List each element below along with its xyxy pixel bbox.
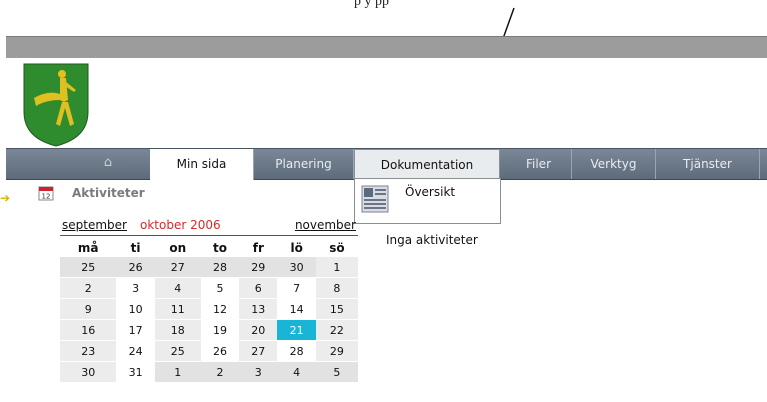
calendar-week-row: 30 31 1 2 3 4 5 [60, 361, 358, 383]
tab-tjanster[interactable]: Tjänster [656, 149, 760, 179]
calendar-day[interactable]: 27 [239, 340, 278, 362]
tab-planering[interactable]: Planering [254, 149, 354, 179]
calendar-day[interactable]: 16 [60, 319, 117, 341]
calendar-week-row: 9 10 11 12 13 14 15 [60, 298, 358, 320]
calendar-week-row: 16 17 18 19 20 21 22 [60, 319, 358, 341]
tab-filer[interactable]: Filer [506, 149, 572, 179]
calendar-day[interactable]: 7 [277, 277, 316, 299]
calendar-week-row: 2345678 [60, 277, 358, 299]
svg-text:12: 12 [42, 193, 51, 201]
calendar-day[interactable]: 2 [60, 277, 117, 299]
calendar-day[interactable]: 29 [239, 257, 278, 278]
calendar-day[interactable]: 9 [60, 298, 117, 320]
next-month-link[interactable]: november [295, 218, 356, 232]
calendar-grid: må ti on to fr lö sö 25 26 27 28 29 30 1 2 3 4 5 6 7… [60, 239, 358, 383]
calendar-day[interactable]: 25 [60, 257, 117, 278]
calendar-day[interactable]: 4 [154, 277, 201, 299]
weekday-label: lö [290, 241, 303, 255]
calendar-icon: 12 [38, 186, 54, 201]
calendar-week-row: 25 26 27 28 29 30 1 [60, 257, 358, 278]
calendar-day[interactable]: 12 [200, 298, 240, 320]
calendar-day[interactable]: 10 [116, 298, 155, 320]
calendar-day[interactable]: 6 [239, 277, 278, 299]
calendar-day[interactable]: 24 [116, 340, 155, 362]
weekday-label: ti [130, 241, 141, 255]
weekday-label: sö [329, 241, 345, 255]
tab-verktyg[interactable]: Verktyg [572, 149, 656, 179]
calendar-day[interactable]: 19 [200, 319, 240, 341]
weekday-label: to [212, 241, 227, 255]
month-calendar: september oktober 2006 november må ti on… [60, 218, 358, 383]
calendar-day[interactable]: 28 [200, 257, 240, 278]
caption-text: p y pp [354, 0, 389, 9]
calendar-day[interactable]: 8 [315, 277, 358, 299]
weekday-label: on [169, 241, 187, 255]
menu-item-oversikt[interactable]: Översikt [405, 185, 455, 199]
weekday-row: må ti on to fr lö sö [60, 239, 358, 257]
calendar-day[interactable]: 2 [200, 361, 240, 383]
calendar-day[interactable]: 21 [277, 319, 316, 341]
coat-of-arms-logo[interactable] [20, 60, 92, 148]
calendar-day[interactable]: 25 [154, 340, 201, 362]
calendar-day[interactable]: 1 [154, 361, 201, 383]
calendar-header: september oktober 2006 november [60, 218, 358, 236]
dokumentation-dropdown: Översikt [354, 178, 501, 224]
calendar-day[interactable]: 17 [116, 319, 155, 341]
calendar-day[interactable]: 3 [239, 361, 278, 383]
calendar-day[interactable]: 28 [277, 340, 316, 362]
calendar-week-row: 23 24 25 26 27 28 29 [60, 340, 358, 362]
current-month-label: oktober 2006 [140, 218, 221, 232]
calendar-day[interactable]: 13 [239, 298, 278, 320]
activities-title: Aktiviteter [72, 186, 145, 200]
calendar-body: 25 26 27 28 29 30 1 2 3 4 5 6 7 8 9 10 11 12 13 14 15 16 17 18 1… [60, 257, 358, 383]
tab-min-sida[interactable]: Min sida [150, 149, 254, 180]
calendar-day[interactable]: 20 [239, 319, 278, 341]
calendar-day[interactable]: 15 [315, 298, 358, 320]
no-activities-text: Inga aktiviteter [386, 233, 478, 247]
home-icon[interactable]: ⌂ [100, 155, 116, 171]
calendar-day[interactable]: 31 [116, 361, 155, 383]
calendar-day[interactable]: 4 [277, 361, 316, 383]
calendar-day[interactable]: 29 [315, 340, 358, 362]
calendar-day[interactable]: 5 [315, 361, 358, 383]
calendar-day[interactable]: 18 [154, 319, 201, 341]
calendar-day[interactable]: 11 [154, 298, 201, 320]
calendar-day[interactable]: 23 [60, 340, 117, 362]
calendar-day[interactable]: 30 [277, 257, 316, 278]
weekday-label: fr [252, 241, 264, 255]
prev-month-link[interactable]: september [62, 218, 127, 232]
tab-dokumentation[interactable]: Dokumentation [354, 149, 500, 180]
calendar-day[interactable]: 3 [116, 277, 155, 299]
main-navbar: ⌂ Min sida Planering Dokumentation Filer… [6, 148, 767, 180]
calendar-day[interactable]: 26 [200, 340, 240, 362]
calendar-day[interactable]: 26 [116, 257, 155, 278]
calendar-day[interactable]: 30 [60, 361, 117, 383]
overview-icon[interactable] [361, 185, 389, 213]
window-title-bar [6, 36, 767, 59]
header-area [6, 58, 767, 148]
weekday-label: må [77, 241, 99, 255]
arrow-right-icon: ➔ [0, 191, 11, 205]
calendar-day[interactable]: 27 [154, 257, 201, 278]
calendar-day[interactable]: 14 [277, 298, 316, 320]
calendar-day[interactable]: 22 [315, 319, 358, 341]
calendar-day[interactable]: 1 [315, 257, 358, 278]
calendar-day[interactable]: 5 [200, 277, 240, 299]
